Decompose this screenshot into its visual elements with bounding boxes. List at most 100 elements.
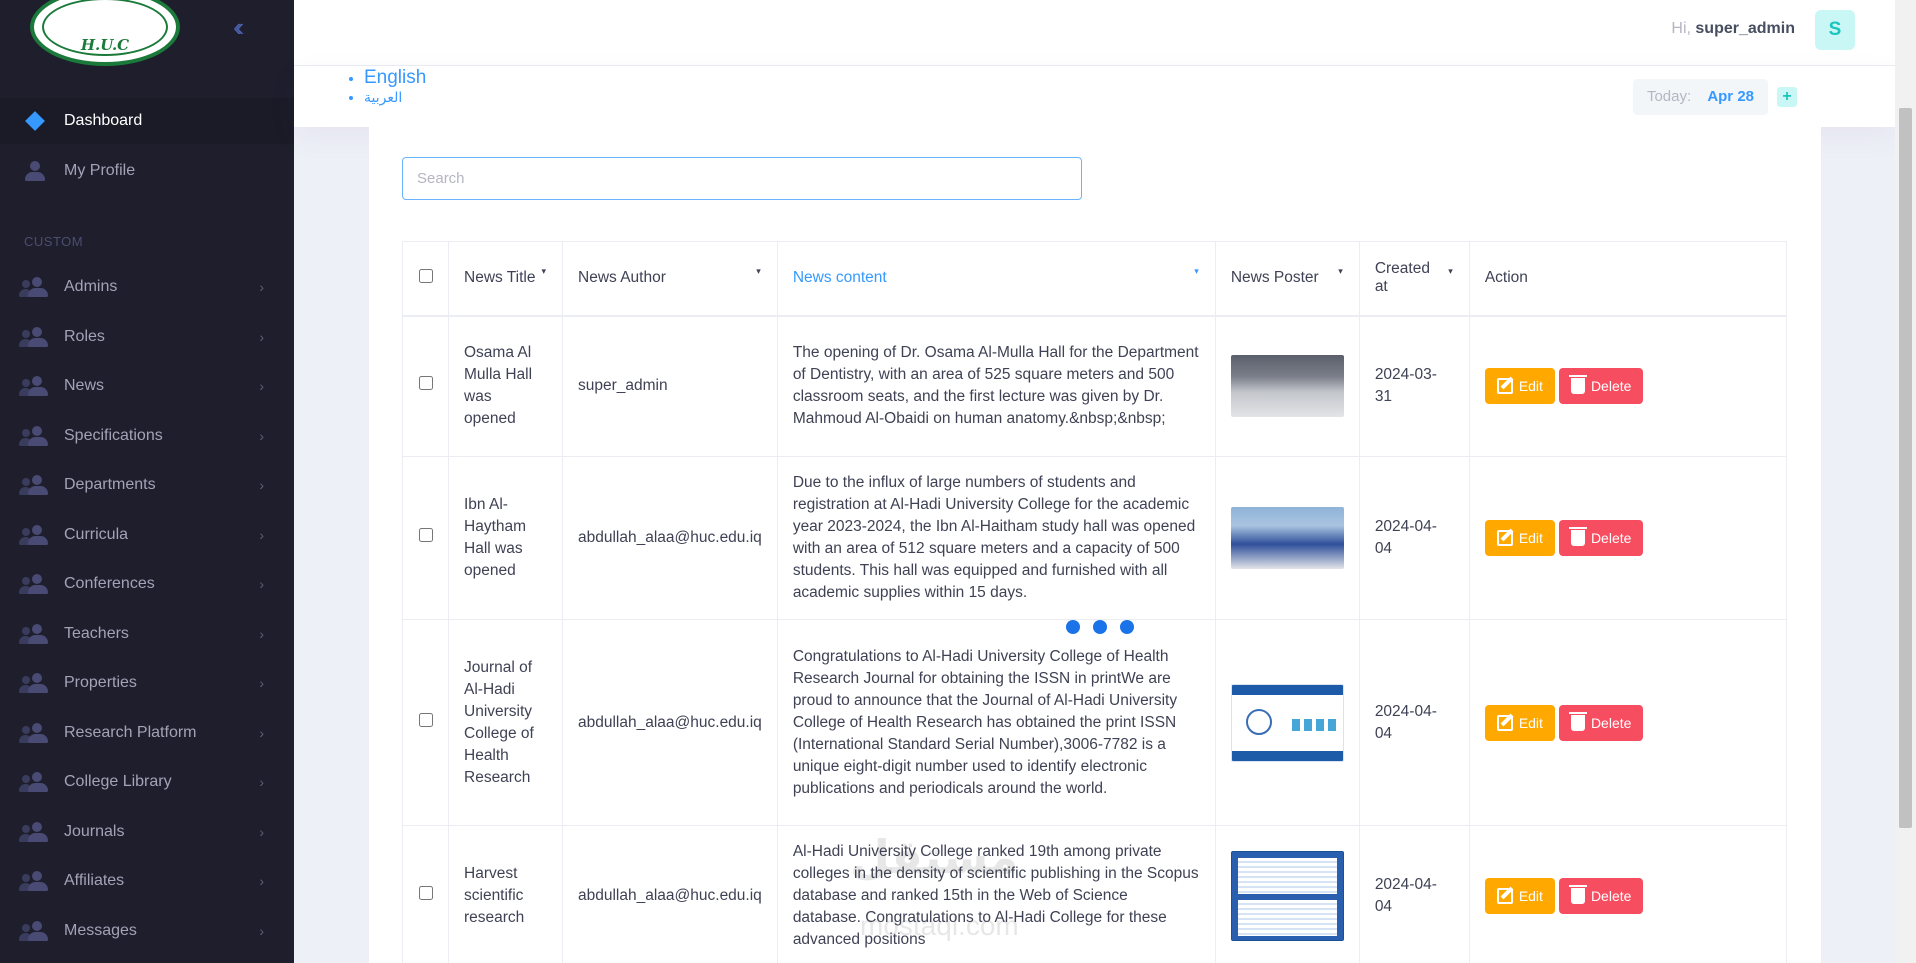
cell-action: Edit Delete	[1468, 456, 1788, 620]
edit-label: Edit	[1518, 530, 1543, 546]
sidebar-item-label: My Profile	[64, 162, 136, 179]
edit-button[interactable]: Edit	[1484, 520, 1555, 556]
news-poster-image[interactable]	[1230, 683, 1344, 762]
cell-title: Ibn Al-Haytham Hall was opened	[448, 456, 563, 620]
row-select-cell	[402, 456, 449, 620]
delete-label: Delete	[1590, 378, 1632, 395]
row-select-cell	[402, 825, 449, 963]
sort-icon: ▾	[1448, 266, 1453, 276]
news-poster-image[interactable]	[1230, 507, 1344, 569]
sidebar-item-conferences[interactable]: Conferences ›	[0, 561, 294, 607]
cell-created: 2024-04-04	[1358, 619, 1470, 826]
sidebar-item-my-profile[interactable]: My Profile	[0, 148, 294, 194]
watermark-text: مستقل	[850, 830, 1019, 884]
column-header-author[interactable]: News Author ▾	[562, 241, 778, 317]
edit-button[interactable]: Edit	[1484, 704, 1555, 741]
logo-text: H.U.C	[80, 36, 130, 54]
sidebar-item-teachers[interactable]: Teachers ›	[0, 611, 294, 657]
delete-button[interactable]: Delete	[1558, 877, 1644, 914]
college-logo[interactable]: H.U.C	[30, 0, 180, 66]
row-select-cell	[402, 315, 449, 457]
avatar[interactable]: S	[1815, 10, 1855, 50]
column-header-created[interactable]: Created at ▾	[1358, 241, 1470, 317]
edit-label: Edit	[1518, 714, 1543, 731]
chevron-right-icon: ›	[259, 477, 264, 493]
language-english-link[interactable]: English	[364, 67, 426, 88]
select-all-checkbox[interactable]	[418, 268, 433, 283]
row-checkbox[interactable]	[418, 376, 433, 391]
sidebar-item-dashboard[interactable]: Dashboard	[0, 98, 294, 144]
sidebar-item-college-library[interactable]: College Library ›	[0, 759, 294, 805]
sidebar-item-label: Messages	[64, 921, 137, 939]
trash-icon	[1568, 711, 1587, 731]
page-scrollbar[interactable]	[1895, 0, 1916, 963]
row-checkbox[interactable]	[418, 885, 433, 900]
users-icon	[19, 870, 48, 892]
quick-add-button[interactable]: +	[1777, 87, 1797, 107]
cell-content: Due to the influx of large numbers of st…	[776, 456, 1216, 620]
sidebar-item-curricula[interactable]: Curricula ›	[0, 512, 294, 558]
cell-content: Congratulations to Al-Hadi University Co…	[776, 619, 1216, 826]
cell-author: abdullah_alaa@huc.edu.iq	[562, 825, 778, 963]
edit-label: Edit	[1518, 378, 1543, 395]
users-icon	[19, 722, 48, 744]
sidebar-item-departments[interactable]: Departments ›	[0, 462, 294, 508]
row-checkbox[interactable]	[418, 528, 433, 542]
cell-poster	[1214, 315, 1360, 457]
delete-button[interactable]: Delete	[1558, 368, 1644, 405]
users-icon	[19, 771, 48, 793]
news-poster-image[interactable]	[1230, 355, 1344, 418]
sidebar-item-specifications[interactable]: Specifications ›	[0, 413, 294, 459]
news-poster-image[interactable]	[1230, 850, 1344, 941]
sidebar-item-messages[interactable]: Messages ›	[0, 908, 294, 954]
user-icon	[22, 160, 48, 182]
sidebar-item-admins[interactable]: Admins ›	[0, 264, 294, 310]
user-greeting[interactable]: Hi, super_admin	[1671, 20, 1795, 38]
sidebar-item-research-platform[interactable]: Research Platform ›	[0, 710, 294, 756]
collapse-sidebar-icon[interactable]: ‹‹	[233, 14, 257, 40]
sidebar-item-properties[interactable]: Properties ›	[0, 660, 294, 706]
column-header-content[interactable]: News content ▾	[776, 241, 1216, 317]
cell-poster	[1214, 456, 1360, 620]
sidebar-item-label: Curricula	[64, 525, 129, 543]
cell-created: 2024-04-04	[1358, 825, 1470, 963]
news-table: News Title ▾ News Author ▾ News content ▾ N…	[402, 241, 1788, 963]
sort-icon: ▾	[756, 266, 761, 276]
edit-label: Edit	[1518, 887, 1543, 904]
delete-button[interactable]: Delete	[1558, 520, 1644, 556]
subheader: English العربية Today: Apr 28 +	[294, 66, 1895, 127]
search-input[interactable]	[402, 157, 1082, 200]
sidebar-item-journals[interactable]: Journals ›	[0, 809, 294, 855]
column-header-title[interactable]: News Title ▾	[448, 241, 563, 317]
row-checkbox[interactable]	[418, 712, 433, 727]
sidebar-section-label: CUSTOM	[24, 234, 84, 249]
sidebar-item-label: Dashboard	[64, 112, 143, 129]
cell-content: The opening of Dr. Osama Al-Mulla Hall f…	[776, 315, 1216, 457]
cell-action: Edit Delete	[1468, 315, 1788, 457]
greeting-text: Hi,	[1671, 20, 1691, 37]
edit-icon	[1496, 378, 1513, 395]
edit-icon	[1496, 887, 1513, 904]
column-label: Action	[1484, 269, 1528, 287]
edit-button[interactable]: Edit	[1484, 368, 1555, 405]
sidebar: H.U.C ‹‹ Dashboard My Profile CUSTOM Adm…	[0, 0, 294, 963]
watermark-subtext: mostaql.com	[860, 910, 1019, 941]
cell-title: Osama Al Mulla Hall was opened	[448, 315, 563, 457]
trash-icon	[1568, 884, 1587, 904]
column-header-poster[interactable]: News Poster ▾	[1214, 241, 1360, 317]
sidebar-item-news[interactable]: News ›	[0, 363, 294, 409]
news-list-card: News Title ▾ News Author ▾ News content ▾ N…	[369, 127, 1821, 963]
edit-icon	[1496, 530, 1513, 546]
select-all-cell	[402, 241, 449, 317]
chevron-right-icon: ›	[259, 378, 264, 394]
language-arabic-link[interactable]: العربية	[364, 89, 402, 105]
sidebar-item-label: Affiliates	[64, 872, 125, 889]
table-row: Ibn Al-Haytham Hall was opened abdullah_…	[402, 456, 1788, 620]
sort-icon: ▾	[1194, 266, 1199, 276]
today-date-badge[interactable]: Today: Apr 28	[1632, 79, 1768, 115]
delete-button[interactable]: Delete	[1558, 704, 1644, 741]
sidebar-item-affiliates[interactable]: Affiliates ›	[0, 858, 294, 904]
edit-button[interactable]: Edit	[1484, 877, 1555, 914]
sidebar-item-roles[interactable]: Roles ›	[0, 314, 294, 360]
scrollbar-thumb[interactable]	[1899, 108, 1912, 828]
